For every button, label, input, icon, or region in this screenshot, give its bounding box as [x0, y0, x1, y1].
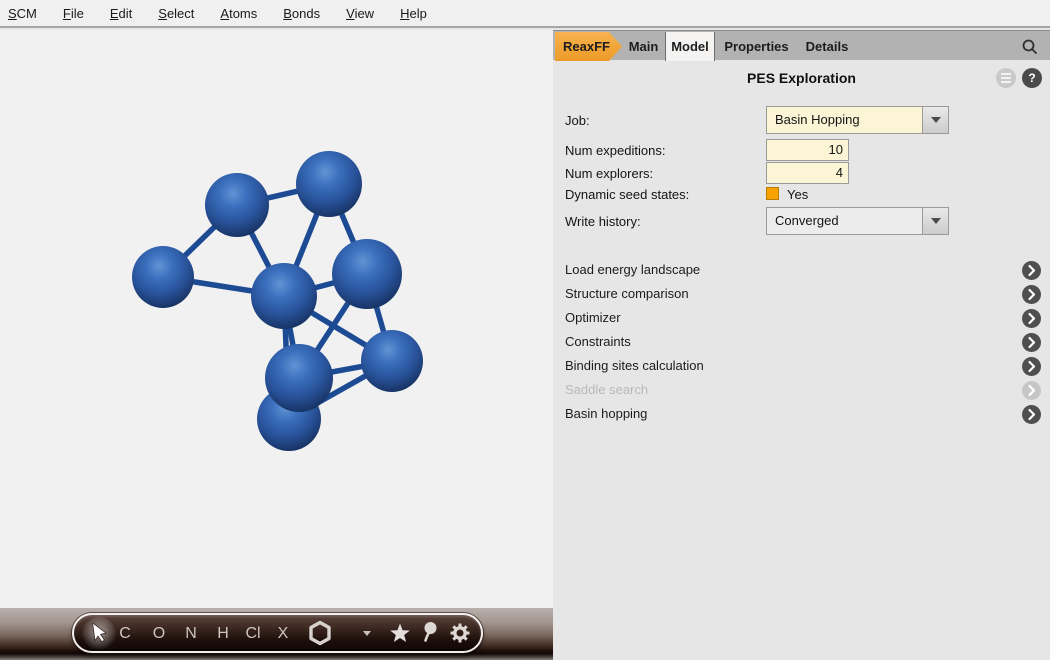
- panel-header: PES Exploration ?: [553, 66, 1050, 90]
- num-expeditions-label: Num expeditions:: [565, 143, 665, 158]
- settings-panel: ReaxFF Main Model Properties Details PES…: [553, 30, 1050, 660]
- link-label: Binding sites calculation: [565, 358, 704, 373]
- link-label: Saddle search: [565, 382, 648, 397]
- job-dropdown-arrow-icon[interactable]: [922, 107, 948, 133]
- element-button-h[interactable]: H: [217, 621, 229, 647]
- molecule-render: [0, 30, 553, 608]
- balloon-icon: [419, 620, 439, 646]
- menu-help[interactable]: Help: [400, 6, 427, 21]
- link-label: Constraints: [565, 334, 631, 349]
- settings-button[interactable]: [447, 615, 473, 651]
- write-history-dropdown[interactable]: Converged: [766, 207, 949, 235]
- menu-bar: SCM File Edit Select Atoms Bonds View He…: [0, 0, 1050, 28]
- viewer-bottom-bar: C O N H Cl X: [0, 608, 553, 660]
- element-button-cl[interactable]: Cl: [245, 621, 260, 647]
- hexagon-ring-icon: [308, 620, 332, 646]
- tab-model[interactable]: Model: [665, 32, 715, 61]
- write-history-label: Write history:: [565, 214, 641, 229]
- menu-scm[interactable]: SCM: [8, 6, 37, 21]
- ring-tool-button[interactable]: [307, 615, 333, 651]
- tab-properties[interactable]: Properties: [715, 32, 798, 61]
- application-window: SCM File Edit Select Atoms Bonds View He…: [0, 0, 1050, 660]
- num-explorers-label: Num explorers:: [565, 166, 653, 181]
- link-binding-sites-calculation[interactable]: Binding sites calculation: [553, 354, 1050, 378]
- dynamic-seed-states-checkbox[interactable]: [766, 187, 779, 200]
- num-expeditions-input[interactable]: 10: [766, 139, 849, 161]
- element-button-c[interactable]: C: [119, 621, 131, 647]
- star-icon: [388, 621, 412, 645]
- menu-atoms[interactable]: Atoms: [220, 6, 257, 21]
- chevron-right-icon: [1022, 381, 1041, 400]
- chevron-right-icon[interactable]: [1022, 405, 1041, 424]
- link-saddle-search: Saddle search: [553, 378, 1050, 402]
- menu-select[interactable]: Select: [158, 6, 194, 21]
- menu-view[interactable]: View: [346, 6, 374, 21]
- tab-main[interactable]: Main: [622, 32, 665, 61]
- chevron-right-icon[interactable]: [1022, 285, 1041, 304]
- dynamic-seed-states-value: Yes: [787, 187, 808, 202]
- write-history-dropdown-arrow-icon[interactable]: [922, 208, 948, 234]
- job-label: Job:: [565, 113, 590, 128]
- element-toolbar: C O N H Cl X: [72, 613, 483, 653]
- menu-edit[interactable]: Edit: [110, 6, 132, 21]
- element-button-x[interactable]: X: [278, 621, 289, 647]
- job-value: Basin Hopping: [767, 107, 922, 133]
- balloon-tool-button[interactable]: [417, 615, 441, 651]
- menu-bonds[interactable]: Bonds: [283, 6, 320, 21]
- tab-details[interactable]: Details: [798, 32, 856, 61]
- cursor-arrow-icon: [91, 623, 108, 643]
- link-label: Optimizer: [565, 310, 621, 325]
- link-structure-comparison[interactable]: Structure comparison: [553, 282, 1050, 306]
- link-label: Structure comparison: [565, 286, 689, 301]
- link-label: Load energy landscape: [565, 262, 700, 277]
- page-title: PES Exploration: [553, 66, 1050, 90]
- write-history-value: Converged: [767, 208, 922, 234]
- help-icon[interactable]: ?: [1022, 68, 1042, 88]
- menu-file[interactable]: File: [63, 6, 84, 21]
- link-constraints[interactable]: Constraints: [553, 330, 1050, 354]
- element-button-o[interactable]: O: [153, 621, 165, 647]
- chevron-right-icon[interactable]: [1022, 333, 1041, 352]
- panel-menu-icon[interactable]: [996, 68, 1016, 88]
- num-explorers-input[interactable]: 4: [766, 162, 849, 184]
- chevron-right-icon[interactable]: [1022, 261, 1041, 280]
- molecule-viewer[interactable]: [0, 30, 553, 608]
- link-basin-hopping[interactable]: Basin hopping: [553, 402, 1050, 426]
- gear-icon: [448, 621, 472, 645]
- link-label: Basin hopping: [565, 406, 647, 421]
- job-dropdown[interactable]: Basin Hopping: [766, 106, 949, 134]
- link-optimizer[interactable]: Optimizer: [553, 306, 1050, 330]
- element-x-dropdown-icon[interactable]: [363, 631, 371, 636]
- search-icon: [1021, 38, 1039, 56]
- link-load-energy-landscape[interactable]: Load energy landscape: [553, 258, 1050, 282]
- element-button-n[interactable]: N: [185, 621, 197, 647]
- dynamic-seed-states-label: Dynamic seed states:: [565, 187, 689, 202]
- tab-bar: ReaxFF Main Model Properties Details: [553, 30, 1050, 60]
- search-button[interactable]: [1018, 35, 1042, 59]
- chevron-right-icon[interactable]: [1022, 357, 1041, 376]
- tab-reaxff[interactable]: ReaxFF: [555, 32, 622, 61]
- chevron-right-icon[interactable]: [1022, 309, 1041, 328]
- cursor-tool-icon[interactable]: [87, 615, 111, 651]
- star-tool-button[interactable]: [387, 615, 413, 651]
